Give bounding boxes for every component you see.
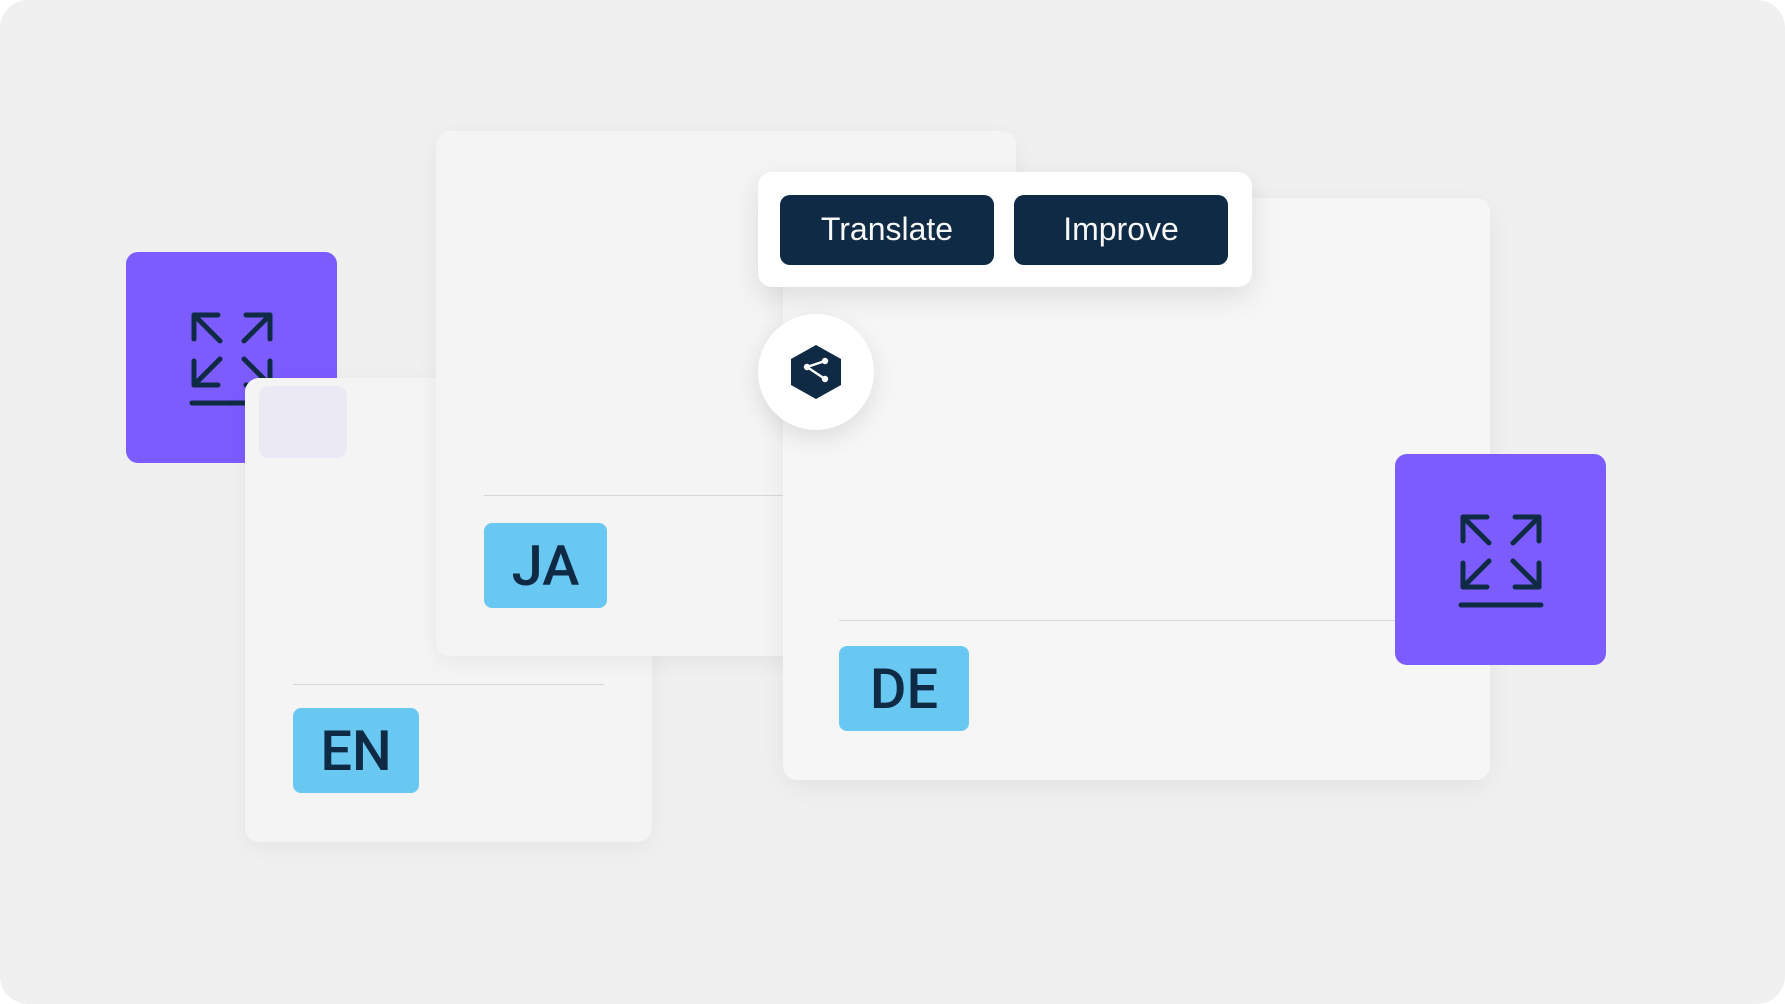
action-toolbar: Translate Improve xyxy=(758,172,1252,287)
ghost-block xyxy=(259,386,347,458)
expand-icon xyxy=(1451,505,1551,615)
improve-button[interactable]: Improve xyxy=(1014,195,1228,265)
expand-tile-right xyxy=(1395,454,1606,665)
canvas: EN JA DE Translate Improve xyxy=(0,0,1785,1004)
translate-button-label: Translate xyxy=(821,211,953,248)
language-code: EN xyxy=(320,723,391,779)
brand-chat-icon xyxy=(785,341,847,403)
language-code: JA xyxy=(512,538,580,594)
improve-button-label: Improve xyxy=(1063,211,1179,248)
card-divider xyxy=(839,620,1434,621)
brand-logo-badge xyxy=(758,314,874,430)
language-badge-de: DE xyxy=(839,646,969,731)
language-code: DE xyxy=(870,661,938,717)
language-badge-en: EN xyxy=(293,708,419,793)
language-badge-ja: JA xyxy=(484,523,607,608)
translate-button[interactable]: Translate xyxy=(780,195,994,265)
card-divider xyxy=(293,684,604,685)
